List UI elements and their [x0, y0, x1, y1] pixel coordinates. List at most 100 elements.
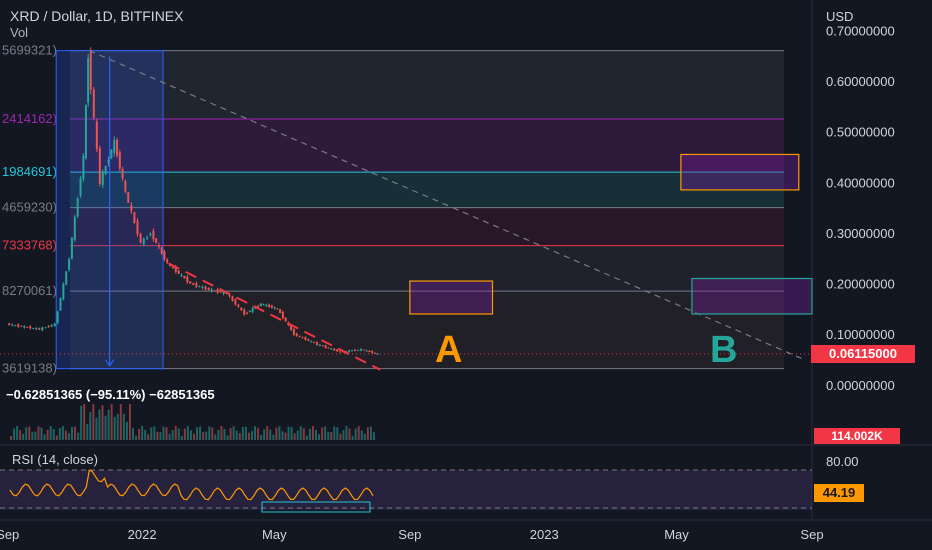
volume-bar — [217, 429, 220, 440]
volume-bar — [369, 426, 372, 440]
candle-body — [189, 281, 192, 284]
candle-body — [248, 310, 251, 313]
volume-bar — [281, 431, 284, 440]
x-tick-label: Sep — [0, 527, 19, 542]
fib-level-label: 4659230) — [2, 200, 57, 215]
box-b-top — [680, 153, 800, 191]
candle-body — [246, 312, 249, 314]
y-tick-label: 0.50000000 — [826, 125, 895, 140]
candle-body — [216, 289, 219, 293]
box-a — [409, 280, 494, 315]
volume-bar — [101, 405, 104, 440]
volume-bar — [89, 412, 92, 440]
volume-bar — [363, 433, 366, 440]
candle-body — [130, 205, 133, 212]
candle-body — [152, 230, 155, 240]
candle-body — [333, 348, 336, 351]
y-tick-label: 0.10000000 — [826, 327, 895, 342]
candle-body — [292, 329, 295, 335]
fib-level-label: 3619138) — [2, 361, 57, 376]
candle-body — [142, 238, 145, 245]
candle-body — [210, 289, 213, 291]
rsi-band — [0, 470, 812, 510]
candle-body — [98, 148, 101, 184]
volume-bar — [37, 426, 40, 440]
candle-body — [251, 308, 254, 312]
volume-bar — [247, 432, 250, 440]
volume-bar — [16, 426, 19, 440]
volume-bar — [284, 432, 287, 440]
candle-body — [157, 244, 160, 248]
volume-bar — [171, 430, 174, 440]
volume-bar — [71, 426, 73, 440]
rsi-title[interactable]: RSI (14, close) — [12, 452, 98, 467]
candle-body — [365, 350, 368, 352]
volume-bar — [254, 426, 256, 440]
volume-bar — [208, 426, 211, 440]
symbol-title[interactable]: XRD / Dollar, 1D, BITFINEX — [10, 8, 183, 24]
volume-bar — [263, 429, 266, 440]
candle-body — [192, 283, 195, 285]
volume-bar — [199, 426, 202, 440]
volume-bar — [202, 432, 205, 440]
price-chart[interactable]: 5699321) 2414162) 1984691) 4659230) 7333768)… — [0, 0, 932, 550]
candle-body — [101, 172, 104, 185]
volume-bar — [229, 428, 232, 440]
volume-bar — [311, 426, 314, 440]
candle-body — [68, 259, 71, 270]
candle-body — [127, 192, 130, 203]
candle-body — [11, 324, 14, 326]
candle-body — [324, 345, 327, 348]
candle-body — [92, 89, 95, 118]
candle-body — [139, 233, 142, 243]
volume-bar — [345, 426, 348, 440]
volume-bar — [113, 416, 116, 440]
candle-body — [240, 307, 243, 311]
candle-body — [76, 198, 79, 217]
volume-bar — [58, 428, 61, 440]
volume-bar — [98, 409, 101, 440]
volume-bar — [223, 428, 226, 440]
candle-body — [95, 121, 98, 150]
volume-bar — [327, 431, 330, 440]
volume-bar — [366, 427, 369, 440]
candle-body — [284, 317, 287, 322]
volume-bar — [302, 428, 305, 440]
volume-bar — [193, 433, 195, 440]
candle-body — [38, 328, 41, 330]
candle-body — [56, 311, 59, 324]
candle-body — [166, 259, 169, 263]
candle-body — [327, 347, 330, 349]
candle-body — [136, 220, 139, 235]
fib-level-label: 5699321) — [2, 43, 57, 58]
candle-body — [110, 149, 113, 159]
candle-body — [313, 341, 316, 344]
volume-bar — [226, 435, 229, 440]
candle-body — [79, 178, 82, 196]
x-tick-label: Sep — [398, 527, 421, 542]
candle-body — [116, 139, 119, 156]
candle-body — [234, 299, 237, 305]
volume-bar — [147, 434, 150, 440]
candle-body — [270, 305, 273, 308]
candle-body — [310, 341, 313, 343]
annotation-a: A — [435, 329, 462, 371]
volume-bar — [278, 426, 281, 440]
volume-bar — [357, 426, 360, 440]
candle-body — [32, 328, 35, 330]
candle-body — [279, 309, 282, 314]
volume-bar — [138, 428, 141, 440]
candle-body — [330, 348, 333, 350]
volume-bar — [28, 426, 31, 440]
candle-body — [41, 327, 44, 331]
volume-bar — [165, 427, 168, 440]
volume-bar — [266, 426, 269, 440]
volume-bar — [159, 432, 162, 440]
fib-level-label: 1984691) — [2, 164, 57, 179]
volume-bar — [299, 426, 302, 440]
volume-bar — [141, 426, 144, 440]
volume-bar — [290, 427, 293, 440]
volume-bar — [10, 436, 12, 440]
volume-bar — [220, 426, 223, 440]
volume-bar — [31, 432, 34, 440]
